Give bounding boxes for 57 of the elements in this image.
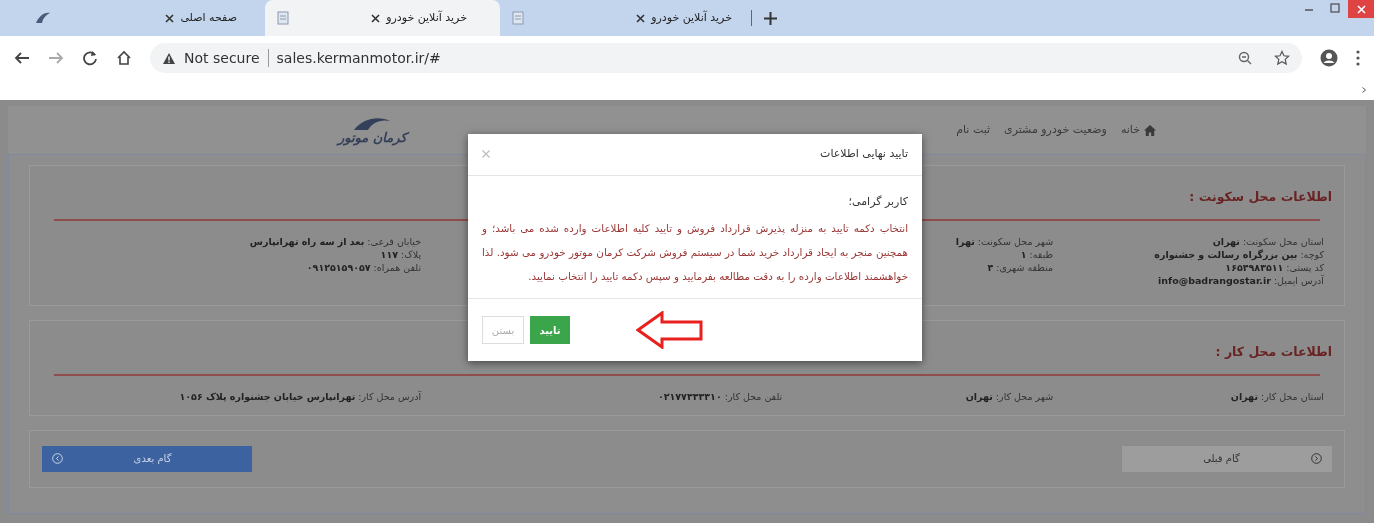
info-text: شهر محل کار: تهران bbox=[965, 390, 1054, 402]
close-button[interactable]: بستن bbox=[482, 316, 524, 344]
section-title: اطلاعات محل سکونت : bbox=[1189, 188, 1332, 206]
url-text: sales.kermanmotor.ir/# bbox=[276, 48, 441, 68]
tab-close-icon[interactable] bbox=[371, 13, 381, 23]
new-tab-icon[interactable] bbox=[764, 11, 777, 25]
info-text: استان محل کار: تهران bbox=[1230, 390, 1324, 402]
info-text: شهر محل سکونت: تهرا bbox=[955, 235, 1054, 247]
document-icon bbox=[512, 11, 524, 25]
tab-close-icon[interactable] bbox=[636, 13, 646, 23]
security-label: Not secure bbox=[184, 48, 260, 68]
message-text: انتخاب دکمه تایید به منزله پذیرش قرارداد فروش و تایید کلیه اطلاعات وارده شده می باشد؛ و همچنین منجر به ایجاد قرارداد خرید شما در سیستم فروش شرکت کرمان موتور خودرو می شود. لذا خواهشمند اطلاعات وارده را به دقت مطالعه بفرمایید و سپس دکمه تایید را انتخاب نمایید. bbox=[482, 221, 908, 285]
modal-title: تایید نهایی اطلاعات bbox=[820, 146, 908, 162]
chevron-right-icon[interactable] bbox=[1362, 87, 1366, 93]
nav-link[interactable]: خانه bbox=[1120, 121, 1156, 139]
document-icon bbox=[277, 11, 289, 25]
address-field[interactable]: Not secure sales.kermanmotor.ir/# bbox=[150, 43, 1302, 73]
menu-icon[interactable] bbox=[1356, 50, 1360, 66]
close-window-button[interactable] bbox=[1348, 0, 1374, 18]
confirm-button[interactable]: تایید bbox=[530, 316, 570, 344]
close-icon bbox=[1356, 4, 1366, 14]
back-arrow-icon[interactable] bbox=[14, 51, 30, 65]
maximize-icon[interactable] bbox=[1330, 3, 1340, 13]
home-icon bbox=[1144, 124, 1156, 136]
info-text: آدرس محل کار: تهرانپارس خیابان جشنواره پلاک ۱۰۵۶ bbox=[179, 390, 422, 402]
info-text: خیابان فرعی: بعد از سه راه تهرانپارس bbox=[249, 235, 422, 247]
info-text: کد پستی: ۱۶۵۴۹۸۳۵۱۱ bbox=[1225, 261, 1324, 273]
zoom-icon[interactable] bbox=[1238, 51, 1252, 65]
tab-close-icon[interactable] bbox=[165, 13, 175, 23]
nav-link[interactable]: وضعیت خودرو مشتری bbox=[1004, 121, 1107, 139]
info-text: تلفن محل کار: ۰۲۱۷۷۳۳۳۳۱۰ bbox=[657, 390, 783, 402]
previous-step-button[interactable]: گام قبلی bbox=[1122, 445, 1332, 472]
tab-title: صفحه اصلی bbox=[180, 9, 237, 26]
circle-arrow-left-icon bbox=[52, 453, 63, 464]
next-step-button[interactable]: گام بعدی bbox=[42, 445, 252, 472]
tab-title: خرید آنلاین خودرو bbox=[386, 9, 467, 26]
info-text: تلفن همراه: ۰۹۱۲۵۱۵۹۰۵۷ bbox=[306, 261, 422, 273]
left-arrow-annotation bbox=[636, 311, 704, 349]
browser-tab[interactable]: خرید آنلاین خودرو bbox=[265, 0, 500, 36]
info-text: منطقه شهری: ۴ bbox=[987, 261, 1054, 273]
reload-icon[interactable] bbox=[82, 50, 98, 66]
nav-link[interactable]: ثبت نام bbox=[956, 121, 991, 139]
info-text: کوچه: بین بزرگراه رسالت و جشنواره bbox=[1154, 248, 1324, 260]
home-icon[interactable] bbox=[116, 50, 132, 66]
app-icon bbox=[35, 11, 51, 25]
info-text: طبقه: ۱ bbox=[1020, 248, 1054, 260]
circle-arrow-right-icon bbox=[1311, 453, 1322, 464]
browser-tab[interactable]: صفحه اصلی bbox=[0, 0, 265, 36]
star-icon[interactable] bbox=[1274, 50, 1290, 66]
warning-icon bbox=[162, 51, 176, 65]
browser-tab[interactable]: خرید آنلاین خودرو bbox=[500, 0, 745, 36]
tab-title: خرید آنلاین خودرو bbox=[651, 9, 732, 26]
section-title: اطلاعات محل کار : bbox=[1215, 342, 1332, 361]
info-text: استان محل سکونت: تهران bbox=[1212, 235, 1324, 247]
info-text: پلاک: ۱۱۷ bbox=[380, 248, 422, 260]
greeting-text: کاربر گرامی؛ bbox=[847, 193, 908, 210]
profile-icon[interactable] bbox=[1320, 49, 1338, 67]
